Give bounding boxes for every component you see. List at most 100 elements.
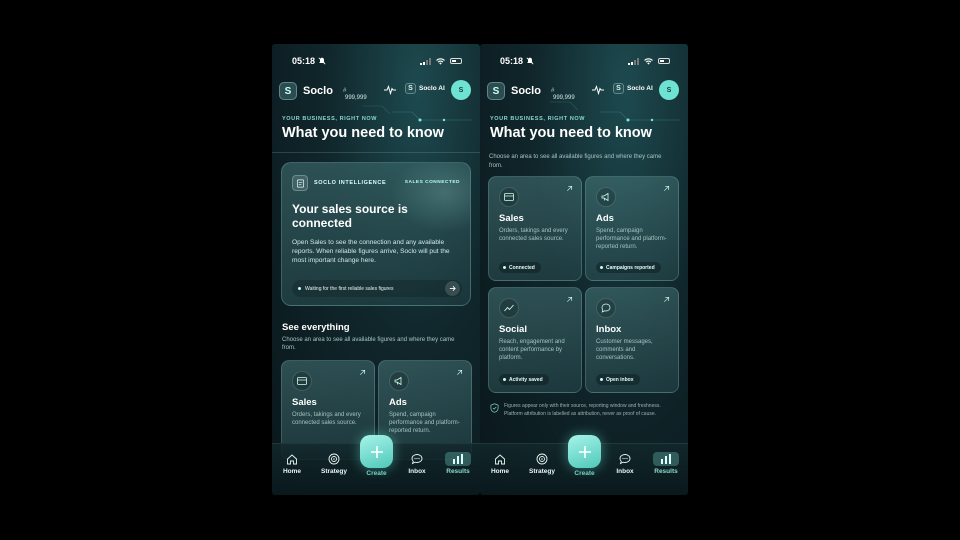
battery-icon: [450, 58, 462, 64]
area-card-badge: Campaigns reported: [596, 262, 661, 273]
area-card-desc: Orders, takings and every connected sale…: [292, 412, 361, 427]
intelligence-status-text: Waiting for the first reliable sales fig…: [305, 285, 394, 292]
bell-muted-icon: [318, 57, 326, 65]
badge-text: Connected: [509, 264, 535, 271]
area-card-badge: Connected: [499, 262, 541, 273]
plus-icon: [578, 445, 591, 458]
bell-muted-icon: [526, 57, 534, 65]
create-button[interactable]: [568, 435, 601, 468]
soclo-ai-logo-icon: S: [405, 83, 416, 94]
intelligence-title: Your sales source is connected: [292, 202, 408, 230]
tab-home[interactable]: Home: [483, 452, 517, 475]
page-title: What you need to know: [282, 125, 444, 141]
megaphone-icon: [389, 371, 409, 391]
area-card-sales[interactable]: Sales Orders, takings and every connecte…: [488, 176, 582, 281]
tab-results-label: Results: [654, 468, 678, 475]
avatar-initial: S: [666, 86, 672, 94]
megaphone-icon: [596, 187, 616, 207]
tab-strategy[interactable]: Strategy: [317, 452, 351, 475]
signal-icon: [420, 57, 431, 65]
intelligence-status: Waiting for the first reliable sales fig…: [292, 280, 462, 297]
tab-results[interactable]: Results: [441, 452, 475, 475]
arrow-up-right-icon: [360, 369, 366, 375]
area-card-title: Sales: [292, 397, 317, 408]
create-button[interactable]: [360, 435, 393, 468]
area-card-desc: Orders, takings and every connected sale…: [499, 228, 568, 243]
status-dot: [600, 266, 603, 269]
page-title: What you need to know: [490, 125, 652, 141]
arrow-up-right-icon: [664, 296, 670, 302]
soclo-ai-button[interactable]: S Soclo AI: [405, 83, 445, 94]
arrow-right-icon: [449, 286, 456, 291]
chat-icon: [411, 454, 423, 465]
arrow-up-right-icon: [567, 185, 573, 191]
soclo-ai-button[interactable]: S Soclo AI: [613, 83, 653, 94]
tab-bar: Home Strategy Create Inbox Results: [272, 435, 480, 495]
chat-icon: [596, 298, 616, 318]
areas-subtitle: Choose an area to see all available figu…: [489, 154, 662, 169]
intelligence-header: SOCLO INTELLIGENCE: [292, 175, 386, 191]
badge-text: Activity saved: [509, 376, 543, 383]
bar-chart-icon: [661, 454, 671, 464]
tab-results[interactable]: Results: [649, 452, 683, 475]
create-label: Create: [574, 470, 595, 477]
status-dot: [298, 287, 301, 290]
battery-icon: [658, 58, 670, 64]
tab-inbox[interactable]: Inbox: [608, 452, 642, 475]
card-icon: [292, 371, 312, 391]
card-icon: [499, 187, 519, 207]
tab-home[interactable]: Home: [275, 452, 309, 475]
sales-connected-tag: SALES CONNECTED: [404, 180, 460, 185]
area-card-title: Sales: [499, 213, 524, 224]
soclo-ai-label: Soclo AI: [627, 85, 653, 92]
intelligence-doc-icon: [292, 175, 308, 191]
create-label: Create: [366, 470, 387, 477]
area-card-desc: Spend, campaign performance and platform…: [596, 228, 667, 251]
home-icon: [495, 454, 505, 465]
badge-text: Campaigns reported: [606, 264, 655, 271]
status-time: 05:18: [500, 56, 524, 66]
tab-inbox-label: Inbox: [616, 468, 634, 475]
soclo-ai-label: Soclo AI: [419, 85, 445, 92]
area-card-ads[interactable]: Ads Spend, campaign performance and plat…: [585, 176, 679, 281]
see-everything-title: See everything: [282, 322, 350, 333]
phone-screen-areas: 05:18 S Soclo # 999,999 S Soclo AI S YOU…: [480, 44, 688, 495]
trend-icon: [499, 298, 519, 318]
wifi-icon: [436, 57, 445, 65]
area-card-title: Inbox: [596, 324, 622, 335]
intelligence-card[interactable]: SOCLO INTELLIGENCE SALES CONNECTED Your …: [281, 162, 471, 306]
area-card-title: Ads: [389, 397, 407, 408]
arrow-up-right-icon: [664, 185, 670, 191]
area-card-inbox[interactable]: Inbox Customer messages, comments and co…: [585, 287, 679, 393]
target-icon: [536, 453, 548, 465]
intelligence-label: SOCLO INTELLIGENCE: [314, 180, 387, 186]
tab-home-label: Home: [282, 468, 302, 475]
area-card-title: Ads: [596, 213, 614, 224]
area-card-desc: Reach, engagement and content performanc…: [499, 339, 565, 362]
hero-eyebrow: YOUR BUSINESS, RIGHT NOW: [490, 116, 586, 122]
footnote-text: Figures appear only with their source, r…: [504, 403, 661, 417]
tab-strategy[interactable]: Strategy: [525, 452, 559, 475]
phone-screen-home: 05:18 S Soclo # 999,999 S Soclo AI S YOU…: [272, 44, 480, 495]
avatar-initial: S: [458, 86, 464, 94]
wifi-icon: [644, 57, 653, 65]
area-card-social[interactable]: Social Reach, engagement and content per…: [488, 287, 582, 393]
tab-inbox-label: Inbox: [408, 468, 426, 475]
status-dot: [503, 266, 506, 269]
home-icon: [287, 454, 297, 465]
arrow-up-right-icon: [567, 296, 573, 302]
area-card-badge: Activity saved: [499, 374, 549, 385]
arrow-up-right-icon: [457, 369, 463, 375]
status-dot: [503, 378, 506, 381]
status-bar: 05:18: [500, 54, 670, 68]
bar-chart-icon: [453, 454, 463, 464]
tab-strategy-label: Strategy: [320, 468, 347, 475]
tab-strategy-label: Strategy: [528, 468, 555, 475]
tab-results-label: Results: [446, 468, 470, 475]
tab-inbox[interactable]: Inbox: [400, 452, 434, 475]
area-card-title: Social: [499, 324, 527, 335]
status-time: 05:18: [292, 56, 316, 66]
intelligence-open-button[interactable]: [445, 281, 460, 296]
divider: [272, 152, 480, 153]
plus-icon: [370, 445, 383, 458]
